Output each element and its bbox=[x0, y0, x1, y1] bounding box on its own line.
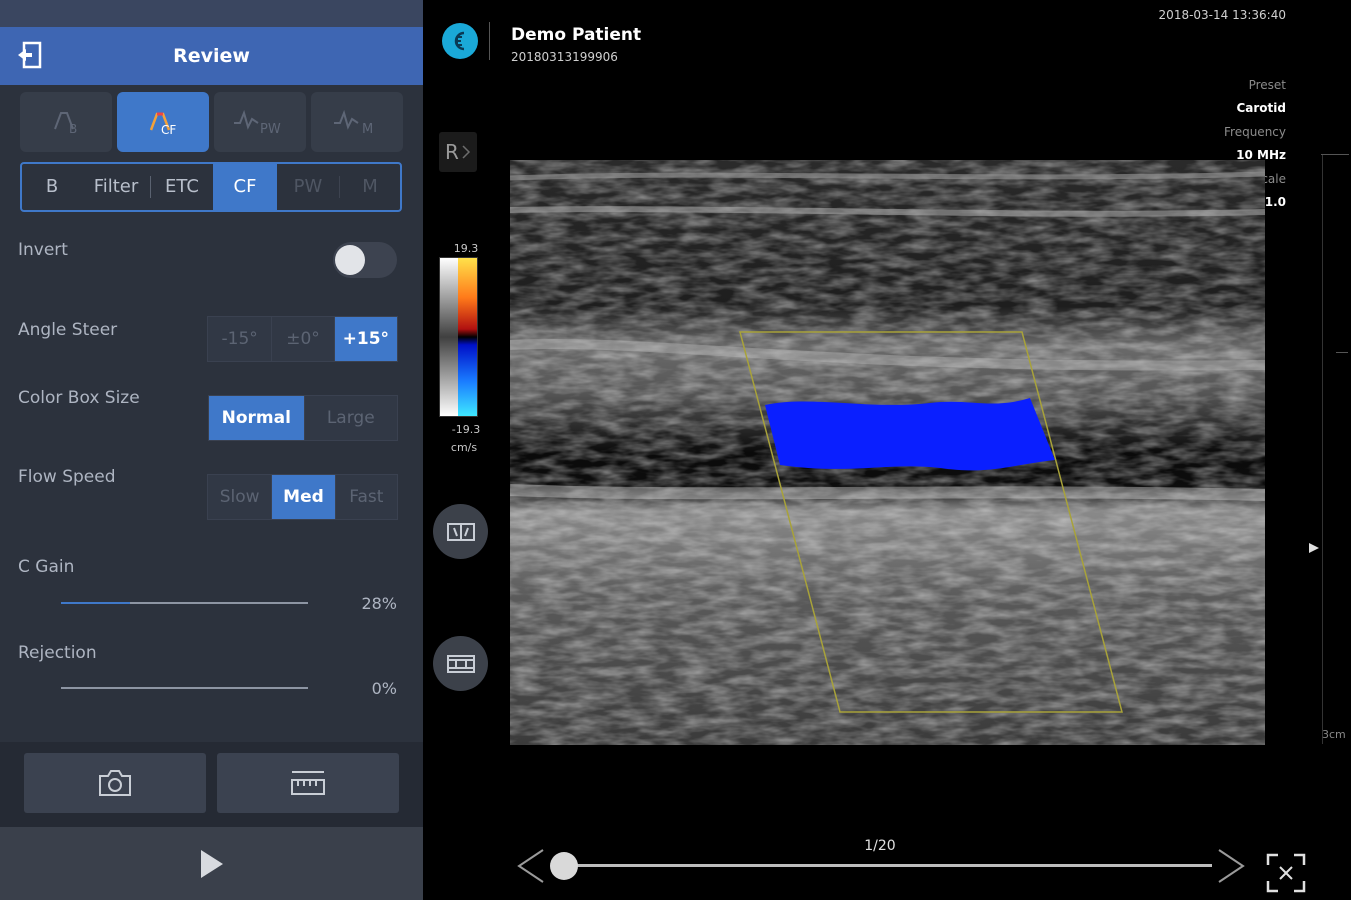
speed-slow-button[interactable]: Slow bbox=[208, 475, 273, 519]
depth-ruler bbox=[1322, 154, 1323, 744]
cine-handle[interactable] bbox=[550, 852, 578, 880]
preset-value: Carotid bbox=[1236, 101, 1286, 115]
color-map bbox=[458, 258, 477, 416]
cine-view-button[interactable] bbox=[433, 636, 488, 691]
panel-header: Review bbox=[0, 27, 423, 85]
svg-text:CF: CF bbox=[161, 123, 176, 137]
parameter-group-tabs: B Filter ETC CF PW M bbox=[20, 162, 402, 212]
rejection-value: 0% bbox=[371, 679, 397, 698]
slider-track bbox=[61, 687, 308, 689]
film-icon bbox=[446, 654, 475, 673]
orientation-marker[interactable]: R bbox=[439, 132, 477, 172]
cf-mode-icon: CF bbox=[149, 112, 176, 137]
depth-label: 3cm bbox=[1322, 728, 1346, 741]
patient-id: 20180313199906 bbox=[511, 50, 618, 64]
gray-map bbox=[440, 258, 458, 416]
color-scale-bar bbox=[439, 257, 478, 417]
orientation-label: R bbox=[445, 140, 459, 164]
tissue-layer bbox=[510, 171, 1265, 181]
invert-label: Invert bbox=[18, 240, 68, 260]
color-scale-max: 19.3 bbox=[453, 242, 479, 255]
status-strip bbox=[0, 0, 423, 27]
invert-toggle[interactable] bbox=[333, 242, 397, 278]
frequency-key: Frequency bbox=[1224, 125, 1286, 139]
measure-button[interactable] bbox=[217, 753, 399, 813]
seg-filter[interactable]: Filter bbox=[82, 164, 150, 210]
seg-pw[interactable]: PW bbox=[277, 164, 339, 210]
b-mode-icon: B bbox=[54, 112, 77, 136]
camera-icon bbox=[99, 770, 131, 796]
preset-key: Preset bbox=[1248, 78, 1286, 92]
tab-b-mode[interactable]: B bbox=[20, 92, 112, 152]
dual-view-icon bbox=[446, 522, 475, 541]
tab-pw-mode[interactable]: PW bbox=[214, 92, 306, 152]
color-flow-region bbox=[765, 398, 1055, 471]
flow-speed-label: Flow Speed bbox=[18, 467, 116, 487]
angle-minus15-button[interactable]: -15° bbox=[208, 317, 273, 361]
exam-datetime: 2018-03-14 13:36:40 bbox=[1158, 8, 1286, 22]
seg-cf[interactable]: CF bbox=[213, 164, 277, 210]
pw-mode-icon: PW bbox=[234, 109, 281, 137]
color-box-size-label: Color Box Size bbox=[18, 388, 140, 408]
play-bar bbox=[0, 827, 423, 900]
toggle-knob bbox=[335, 245, 365, 275]
speed-fast-button[interactable]: Fast bbox=[336, 475, 397, 519]
color-scale-min: -19.3 bbox=[451, 423, 481, 436]
c-gain-value: 28% bbox=[361, 594, 397, 613]
box-normal-button[interactable]: Normal bbox=[209, 396, 305, 440]
rejection-slider[interactable] bbox=[61, 686, 308, 690]
rejection-label: Rejection bbox=[18, 643, 97, 663]
ultrasound-image[interactable] bbox=[510, 160, 1265, 745]
svg-text:B: B bbox=[69, 122, 77, 136]
speed-med-button[interactable]: Med bbox=[272, 475, 336, 519]
app-logo-icon bbox=[442, 23, 478, 59]
seg-m[interactable]: M bbox=[340, 164, 400, 210]
ruler-tick bbox=[1321, 154, 1349, 155]
m-mode-icon: M bbox=[334, 109, 373, 137]
play-icon[interactable] bbox=[197, 848, 227, 880]
vessel-wall-bottom bbox=[510, 484, 1265, 501]
angle-plus15-button[interactable]: +15° bbox=[334, 317, 397, 361]
angle-zero-button[interactable]: ±0° bbox=[272, 317, 335, 361]
svg-text:M: M bbox=[362, 122, 373, 137]
svg-text:PW: PW bbox=[260, 122, 281, 137]
ruler-tick bbox=[1336, 352, 1348, 353]
chevron-right-icon[interactable] bbox=[1215, 848, 1247, 884]
seg-b[interactable]: B bbox=[22, 164, 82, 210]
frame-counter: 1/20 bbox=[864, 838, 896, 854]
box-large-button[interactable]: Large bbox=[305, 396, 398, 440]
fullscreen-icon[interactable] bbox=[1266, 853, 1306, 893]
color-scale-unit: cm/s bbox=[450, 441, 478, 454]
angle-steer-label: Angle Steer bbox=[18, 320, 118, 340]
c-gain-label: C Gain bbox=[18, 557, 75, 577]
tab-m-mode[interactable]: M bbox=[311, 92, 403, 152]
ultrasound-canvas bbox=[510, 160, 1265, 745]
dual-view-button[interactable] bbox=[433, 504, 488, 559]
c-gain-slider[interactable] bbox=[61, 601, 308, 605]
seg-etc[interactable]: ETC bbox=[151, 164, 213, 210]
panel-title: Review bbox=[173, 45, 250, 67]
chevron-left-icon[interactable] bbox=[515, 848, 547, 884]
chevron-right-icon bbox=[462, 145, 471, 159]
capture-button[interactable] bbox=[24, 753, 206, 813]
flow-speed-group: Slow Med Fast bbox=[207, 474, 398, 520]
color-box-size-group: Normal Large bbox=[208, 395, 398, 441]
tab-cf-mode[interactable]: CF bbox=[117, 92, 209, 152]
cine-track[interactable] bbox=[560, 864, 1212, 867]
patient-name: Demo Patient bbox=[511, 25, 642, 45]
focus-marker-icon[interactable] bbox=[1307, 541, 1321, 555]
slider-fill bbox=[61, 602, 130, 604]
angle-steer-group: -15° ±0° +15° bbox=[207, 316, 398, 362]
divider bbox=[489, 22, 490, 60]
ruler-icon bbox=[291, 771, 325, 795]
